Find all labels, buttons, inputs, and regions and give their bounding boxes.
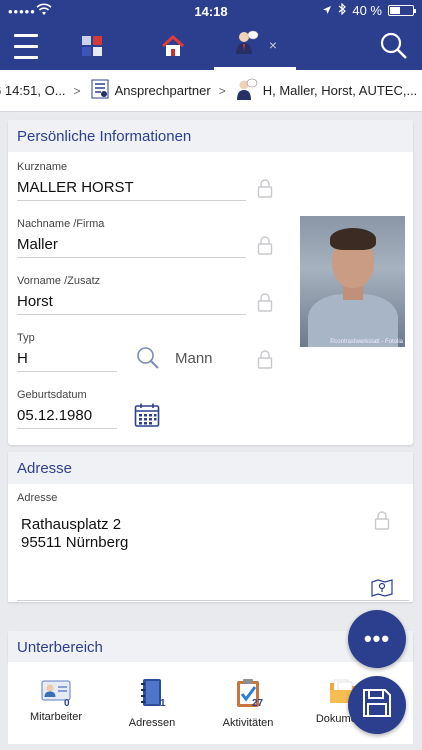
lock-icon <box>257 292 273 312</box>
lock-icon <box>257 178 273 198</box>
calendar-icon[interactable] <box>134 402 160 433</box>
typ-label: Typ <box>17 332 35 344</box>
breadcrumb-label: Ansprechpartner <box>114 83 211 98</box>
close-tab-icon[interactable]: × <box>269 37 277 53</box>
nachname-field[interactable]: Maller <box>17 236 58 253</box>
personal-info-card: Persönliche Informationen Kurzname MALLE… <box>8 120 413 445</box>
battery-icon <box>388 5 416 16</box>
location-arrow-icon <box>322 3 332 18</box>
save-button[interactable] <box>348 676 406 734</box>
tile-aktivitaeten[interactable]: 27 Aktivitäten <box>200 662 296 744</box>
more-actions-button[interactable]: ••• <box>348 610 406 668</box>
lock-icon <box>374 510 390 530</box>
section-header: Persönliche Informationen <box>8 120 413 152</box>
chevron-right-icon: > <box>218 83 226 98</box>
divider <box>17 314 246 315</box>
count-badge: 27 <box>252 698 264 709</box>
home-icon[interactable] <box>158 22 188 70</box>
more-dots-icon: ••• <box>363 626 391 651</box>
vorname-label: Vorname /Zusatz <box>17 275 101 287</box>
vorname-field[interactable]: Horst <box>17 293 53 310</box>
breadcrumb-item-previous[interactable]: 6 14:51, O... <box>0 83 66 98</box>
count-badge: 0 <box>64 698 70 709</box>
nachname-label: Nachname /Firma <box>17 218 105 230</box>
tile-adressen[interactable]: 1 Adressen <box>104 662 200 744</box>
breadcrumb: 6 14:51, O... > Ansprechpartner > H, Mal… <box>0 70 422 112</box>
tile-label: Mitarbeiter <box>30 711 82 723</box>
address-line-1[interactable]: Rathausplatz 2 <box>21 516 121 533</box>
hamburger-menu-icon[interactable] <box>10 22 42 70</box>
tile-label: Aktivitäten <box>222 717 274 729</box>
breadcrumb-item-ansprechpartner[interactable]: > Ansprechpartner <box>66 78 211 103</box>
divider <box>17 371 117 372</box>
geburtsdatum-field[interactable]: 05.12.1980 <box>17 407 92 424</box>
divider <box>17 200 246 201</box>
bluetooth-icon <box>338 2 347 18</box>
contact-person-icon <box>234 77 258 104</box>
divider <box>17 600 409 601</box>
address-line-2[interactable]: 95511 Nürnberg <box>21 534 128 551</box>
tile-mitarbeiter[interactable]: 0 Mitarbeiter <box>8 662 104 744</box>
typ-description: Mann <box>175 350 213 367</box>
divider <box>17 428 117 429</box>
tiles-icon[interactable] <box>78 22 106 70</box>
battery-percent: 40 % <box>352 3 382 18</box>
status-bar: ••••• 14:18 40 % <box>0 0 422 22</box>
contact-photo[interactable]: ©contrastwerkstatt - Fotolia <box>300 216 405 347</box>
breadcrumb-label: H, Maller, Horst, AUTEC,... <box>262 83 418 98</box>
top-navigation-bar: × <box>0 22 422 70</box>
breadcrumb-item-current[interactable]: > H, Maller, Horst, AUTEC,... <box>211 77 418 104</box>
kurzname-label: Kurzname <box>17 161 68 173</box>
chevron-right-icon: > <box>73 83 81 98</box>
photo-credit: ©contrastwerkstatt - Fotolia <box>329 339 403 345</box>
address-card: Adresse Adresse Rathausplatz 2 95511 Nür… <box>8 452 413 602</box>
kurzname-field[interactable]: MALLER HORST <box>17 179 134 196</box>
address-label: Adresse <box>17 492 58 504</box>
typ-search-icon[interactable] <box>136 346 160 375</box>
contact-person-icon <box>233 29 259 60</box>
section-header: Adresse <box>8 452 413 484</box>
lock-icon <box>257 235 273 255</box>
search-icon[interactable] <box>378 22 410 70</box>
divider <box>17 257 246 258</box>
tile-label: Adressen <box>128 717 176 729</box>
save-floppy-icon <box>362 688 392 723</box>
tab-contact-person[interactable]: × <box>214 22 296 70</box>
breadcrumb-label: 6 14:51, O... <box>0 83 66 98</box>
count-badge: 1 <box>160 698 166 709</box>
lock-icon <box>257 349 273 369</box>
geburtsdatum-label: Geburtsdatum <box>17 389 87 401</box>
typ-field[interactable]: H <box>17 350 28 367</box>
contact-list-icon <box>89 78 111 103</box>
